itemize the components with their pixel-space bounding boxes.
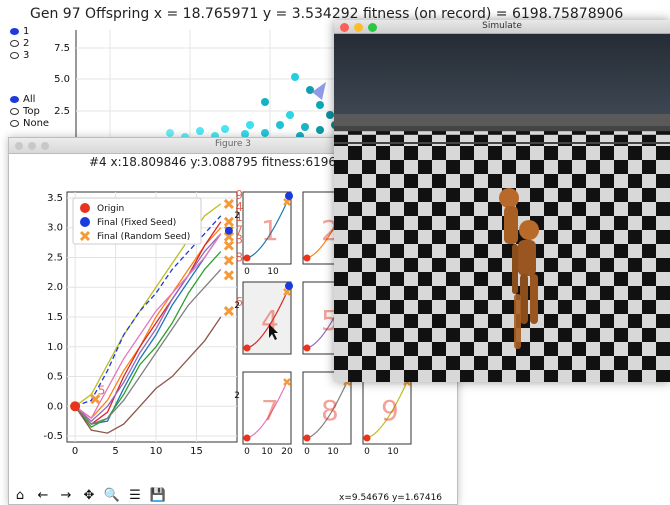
radio-dot-icon [10,28,19,35]
mini-final-fixed-marker [285,192,293,200]
save-icon[interactable]: 💾 [149,487,167,503]
mini-y-tick: 2 [234,301,240,311]
y-tick-label: 3.0 [47,223,63,234]
radio-dot-icon [10,120,19,127]
configure-icon[interactable]: ☰ [126,487,144,503]
mini-x-tick: 10 [387,447,399,457]
main-trajectory-chart[interactable]: -0.50.00.51.01.52.02.53.03.50 5 10 15941738… [37,178,247,458]
simulation-viewport[interactable] [334,34,670,382]
pan-icon[interactable]: ✥ [80,487,98,503]
home-icon[interactable]: ⌂ [11,487,29,503]
matplotlib-toolbar: ⌂ ← → ✥ 🔍 ☰ 💾 [11,487,167,503]
mini-panel-label: 8 [321,394,339,427]
sky-background [334,34,670,114]
trajectory-label: 5 [98,383,106,397]
mini-origin-marker [303,254,311,262]
y-tick-label: 0.5 [47,372,63,383]
legend-label: Final (Random Seed) [97,232,190,242]
radio-dot-icon [10,108,19,115]
mini-panel-label: 7 [261,394,279,427]
mini-origin-marker [363,434,371,442]
legend-label: Final (Fixed Seed) [97,218,176,228]
mini-y-tick: 2 [234,211,240,221]
radio-2[interactable]: 2 [10,38,29,49]
y-tick-label: 1.5 [47,312,63,323]
scatter-points [166,73,339,140]
bg-ytick: 5.0 [54,74,70,85]
mini-x-tick: 10 [267,267,279,277]
mini-origin-marker [303,344,311,352]
mini-x-tick: 20 [281,447,293,457]
simulate-titlebar[interactable]: Simulate [334,20,670,34]
radio-3[interactable]: 3 [10,50,29,61]
origin-marker [70,401,81,412]
back-icon[interactable]: ← [34,487,52,503]
radio-dot-icon [10,52,19,59]
mini-x-tick: 0 [244,447,250,457]
radio-dot-icon [10,40,19,47]
bg-ytick: 7.5 [54,43,70,54]
y-tick-label: 1.0 [47,342,63,353]
radio-1[interactable]: 1 [10,26,29,37]
radio-dot-icon [10,96,19,103]
x-tick-label: 5 [112,446,118,457]
radio-all[interactable]: All [10,94,35,105]
radio-none[interactable]: None [10,118,49,129]
background-scatter-plot[interactable]: 7.5 5.0 2.5 [50,30,340,140]
mini-x-tick: 0 [244,267,250,277]
mini-x-tick: 10 [261,447,273,457]
mini-origin-marker [303,434,311,442]
x-tick-label: 15 [190,446,203,457]
mini-x-tick: 0 [304,447,310,457]
y-tick-label: 3.5 [47,193,63,204]
mini-x-tick: 0 [364,447,370,457]
radio-top[interactable]: Top [10,106,40,117]
mini-y-tick: 2 [234,391,240,401]
arrow-annotation-icon [312,82,326,100]
mini-origin-marker [243,254,251,262]
legend-marker [80,203,90,213]
figure3-header: #4 x:18.809846 y:3.088795 fitness:6196.4 [89,155,348,169]
x-tick-label: 0 [72,446,78,457]
simulate-title: Simulate [482,21,522,31]
y-tick-label: 2.0 [47,282,63,293]
simulate-window: Simulate [334,20,670,382]
mini-panel-label: 9 [381,394,399,427]
cursor-coordinates: x=9.54676 y=1.67416 [339,493,443,503]
checkerboard-floor [334,114,670,382]
zoom-icon[interactable]: 🔍 [103,487,121,503]
y-tick-label: 0.0 [47,401,63,412]
legend-label: Origin [97,204,124,214]
mini-origin-marker [243,344,251,352]
mini-origin-marker [243,434,251,442]
mini-x-tick: 10 [327,447,339,457]
forward-icon[interactable]: → [57,487,75,503]
legend-marker [80,217,90,227]
mini-panel-label: 1 [261,214,279,247]
mini-final-fixed-marker [285,282,293,290]
bg-ytick: 2.5 [54,106,70,117]
x-tick-label: 10 [150,446,163,457]
y-tick-label: 2.5 [47,252,63,263]
y-tick-label: -0.5 [43,431,63,442]
